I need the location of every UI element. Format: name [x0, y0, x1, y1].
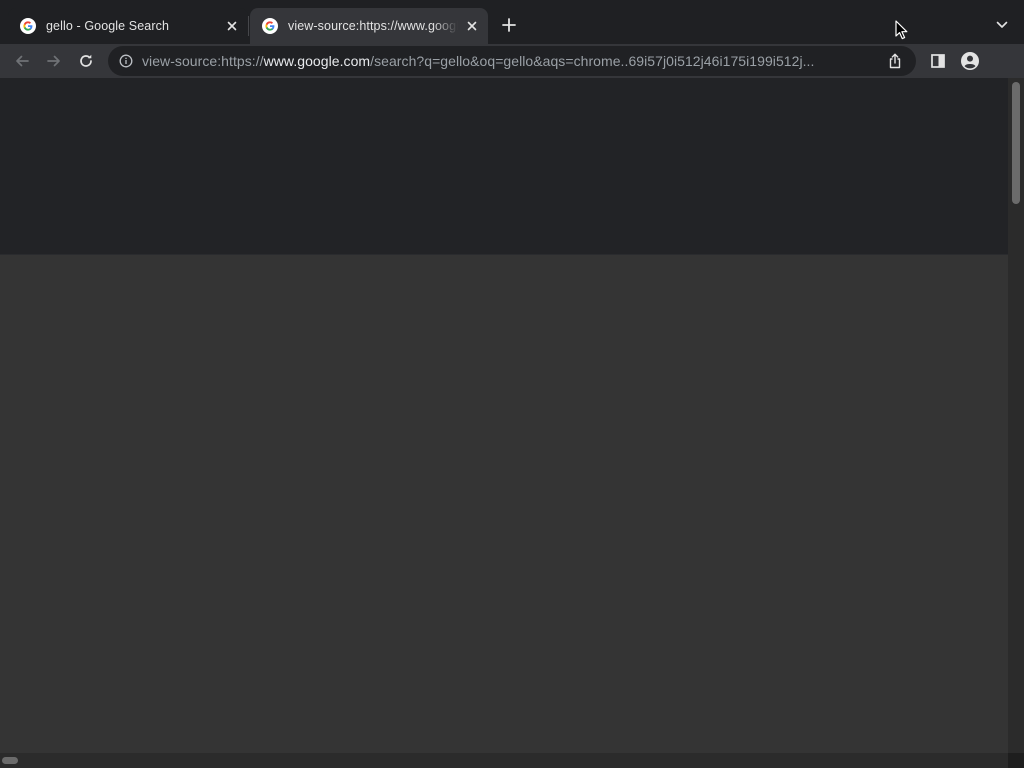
- close-tab-button[interactable]: [224, 18, 240, 34]
- mouse-cursor-icon: [895, 20, 908, 40]
- close-icon: [467, 21, 477, 31]
- url-scheme: view-source:https://: [142, 53, 264, 69]
- site-info-button[interactable]: [118, 53, 134, 69]
- scrollbar-corner: [1008, 753, 1024, 768]
- info-icon: [119, 54, 133, 68]
- address-bar[interactable]: view-source:https://www.google.com/searc…: [108, 46, 916, 76]
- url-path: /search?q=gello&oq=gello&aqs=chrome..69i…: [370, 53, 815, 69]
- content-divider: [0, 254, 1008, 255]
- page-content[interactable]: [0, 78, 1008, 753]
- horizontal-scrollbar-thumb[interactable]: [2, 757, 18, 764]
- tab-divider: [248, 16, 249, 36]
- url-host: www.google.com: [263, 53, 371, 69]
- back-arrow-icon: [16, 55, 29, 67]
- reload-button[interactable]: [74, 49, 98, 73]
- profile-button[interactable]: [958, 49, 982, 73]
- back-button[interactable]: [10, 49, 34, 73]
- profile-icon: [961, 52, 979, 70]
- google-g-icon: [20, 18, 36, 34]
- close-tab-button[interactable]: [464, 18, 480, 34]
- chevron-down-icon: [996, 21, 1008, 28]
- google-g-icon: [262, 18, 278, 34]
- tab-title: view-source:https://www.google.com/searc…: [288, 19, 458, 33]
- share-icon: [889, 53, 901, 69]
- tab-title: gello - Google Search: [46, 19, 170, 33]
- horizontal-scrollbar[interactable]: [0, 753, 1008, 768]
- reload-icon: [80, 54, 92, 67]
- share-button[interactable]: [886, 52, 904, 70]
- vertical-scrollbar[interactable]: [1008, 78, 1024, 753]
- new-tab-button[interactable]: [498, 14, 520, 36]
- toolbar: view-source:https://www.google.com/searc…: [0, 44, 1024, 78]
- side-panel-icon: [931, 54, 945, 68]
- tab-search-button[interactable]: [992, 15, 1012, 35]
- url-text[interactable]: view-source:https://www.google.com/searc…: [142, 53, 876, 69]
- plus-icon: [502, 18, 516, 32]
- vertical-scrollbar-thumb[interactable]: [1012, 82, 1020, 204]
- forward-button[interactable]: [42, 49, 66, 73]
- close-icon: [227, 21, 237, 31]
- side-panel-button[interactable]: [926, 49, 950, 73]
- forward-arrow-icon: [47, 55, 60, 67]
- tab-google-search[interactable]: gello - Google Search: [8, 8, 248, 44]
- tab-view-source[interactable]: view-source:https://www.google.com/searc…: [250, 8, 488, 44]
- content-top-band: [0, 78, 1008, 254]
- tab-strip: gello - Google Search view-source:https:…: [0, 0, 1024, 44]
- browser-window: gello - Google Search view-source:https:…: [0, 0, 1024, 768]
